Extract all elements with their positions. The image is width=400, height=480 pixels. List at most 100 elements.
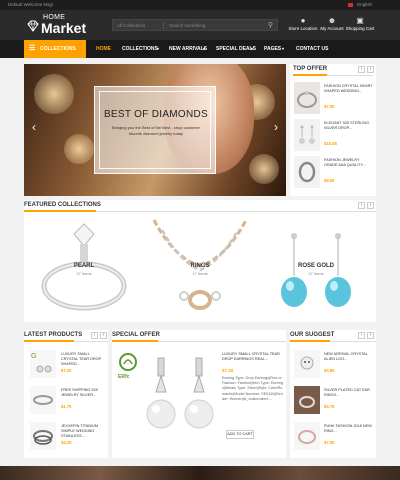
nav-new-arrivals[interactable]: NEW ARRIVALS bbox=[169, 40, 207, 58]
search-bar[interactable]: All Collections Search something ⚲ bbox=[112, 19, 278, 31]
nav-home[interactable]: HOME bbox=[96, 40, 111, 58]
list-item[interactable]: SILVER PLATED CAT EAR RINGS... $3.70 bbox=[294, 386, 374, 418]
collections-menu-button[interactable]: ☰ COLLECTIONS bbox=[24, 40, 86, 58]
bokeh-light bbox=[34, 74, 74, 114]
collection-count: 37 Items bbox=[76, 271, 92, 276]
section-accent bbox=[24, 340, 74, 342]
collection-card-rose-gold[interactable]: ROSE GOLD 47 Items bbox=[260, 218, 372, 318]
our-suggest-title: OUR SUGGEST bbox=[290, 332, 335, 338]
list-item[interactable]: JEXXEPIN TITANIUM SIMPLE WEDDING STAINLE… bbox=[26, 422, 108, 454]
search-input[interactable]: Search something bbox=[169, 20, 205, 31]
product-name[interactable]: FREE SHIPPING 925 JEWELRY SILVER... bbox=[61, 388, 107, 398]
product-name[interactable]: LUXURY SMALL CRYSTAL TEAR DROP SHAPED... bbox=[61, 352, 107, 367]
product-price: $10.08 bbox=[324, 141, 337, 146]
next-arrow-icon[interactable]: › bbox=[367, 66, 374, 73]
user-icon: ☻ bbox=[327, 16, 337, 25]
main-nav: ☰ COLLECTIONS HOME COLLECTIONS ▾ NEW ARR… bbox=[0, 40, 400, 58]
product-name[interactable]: ELEGANT 925 STERLING SILVER DROP... bbox=[324, 121, 374, 131]
featured-collections-title: FEATURED COLLECTIONS bbox=[24, 202, 101, 208]
list-item[interactable]: PUNK FASHION 2018 NEW RING... $7.00 bbox=[294, 422, 374, 454]
product-price: $3.70 bbox=[324, 404, 335, 409]
featured-collections: FEATURED COLLECTIONS ‹ › PEARL 37 Items … bbox=[24, 200, 376, 322]
section-accent bbox=[112, 340, 158, 342]
brand-name: ERfc bbox=[118, 374, 130, 380]
product-image bbox=[30, 386, 56, 414]
nav-special-deals[interactable]: SPECIAL DEALS bbox=[216, 40, 256, 58]
my-account-link[interactable]: ☻ My Account bbox=[317, 15, 347, 31]
list-item[interactable]: FREE SHIPPING 925 JEWELRY SILVER... $1.7… bbox=[26, 386, 108, 418]
hero-slider[interactable]: BEST OF DIAMONDS Bringing you the Best o… bbox=[24, 64, 286, 196]
latest-products-panel: LATEST PRODUCTS ‹ › G LUXURY SMALL CRYST… bbox=[24, 330, 108, 458]
diamond-logo-icon bbox=[27, 20, 39, 32]
product-image bbox=[294, 119, 320, 151]
pearl-earrings-image bbox=[146, 357, 214, 429]
welcome-message: Default Welcome Msg! bbox=[8, 2, 54, 7]
product-image bbox=[294, 422, 320, 450]
prev-arrow-icon[interactable]: ‹ bbox=[358, 66, 365, 73]
hero-caption-box: BEST OF DIAMONDS Bringing you the Best o… bbox=[94, 86, 216, 174]
nav-collections[interactable]: COLLECTIONS bbox=[122, 40, 158, 58]
list-item[interactable]: G LUXURY SMALL CRYSTAL TEAR DROP SHAPED.… bbox=[26, 350, 108, 382]
top-offer-panel: TOP OFFER ‹ › FASHION CRYSTAL HEART SHAP… bbox=[290, 64, 376, 196]
list-item[interactable]: ELEGANT 925 STERLING SILVER DROP... $10.… bbox=[294, 119, 374, 155]
product-image bbox=[294, 156, 320, 188]
product-image bbox=[294, 82, 320, 114]
product-image bbox=[30, 422, 56, 450]
collection-card-rings[interactable]: RINGS 17 Items bbox=[144, 218, 256, 318]
product-name[interactable]: PUNK FASHION 2018 NEW RING... bbox=[324, 424, 374, 434]
collection-card-pearl[interactable]: PEARL 37 Items bbox=[28, 218, 140, 318]
add-to-cart-button[interactable]: ADD TO CART bbox=[226, 430, 254, 439]
flag-icon bbox=[348, 3, 353, 7]
search-icon[interactable]: ⚲ bbox=[266, 21, 275, 30]
product-image: G bbox=[30, 350, 56, 378]
product-price: $4.20 bbox=[61, 440, 72, 445]
chevron-down-icon: ▾ bbox=[251, 46, 254, 51]
cart-icon: ▣ bbox=[356, 16, 364, 25]
product-price: $7.20 bbox=[61, 368, 72, 373]
bottom-banner-strip bbox=[0, 466, 400, 480]
nav-pages[interactable]: PAGES bbox=[264, 40, 281, 58]
my-account-label: My Account bbox=[320, 26, 344, 31]
nav-contact-us[interactable]: CONTACT US bbox=[296, 40, 328, 58]
special-offer-panel: SPECIAL OFFER ERfc LUXURY SMALL CRYSTAL … bbox=[112, 330, 286, 458]
collection-label: RINGS bbox=[190, 263, 210, 269]
list-item[interactable]: NEW ARRIVAL CRYSTAL ALIEN LOO... $3.80 bbox=[294, 350, 374, 382]
bokeh-light bbox=[249, 154, 279, 184]
svg-text:G: G bbox=[31, 353, 36, 360]
shopping-cart-link[interactable]: ▣ Shopping Cart bbox=[345, 15, 375, 31]
next-arrow-icon[interactable]: › bbox=[367, 202, 374, 209]
store-location-link[interactable]: ● Store Location bbox=[288, 15, 318, 31]
product-name[interactable]: SILVER PLATED CAT EAR RINGS... bbox=[324, 388, 374, 398]
hero-title: BEST OF DIAMONDS bbox=[103, 109, 209, 120]
next-arrow-icon[interactable]: › bbox=[367, 332, 374, 339]
logo[interactable]: HOME Market bbox=[26, 14, 98, 38]
our-suggest-panel: OUR SUGGEST ‹ › NEW ARRIVAL CRYSTAL ALIE… bbox=[290, 330, 376, 458]
prev-arrow-icon[interactable]: ‹ bbox=[358, 332, 365, 339]
location-pin-icon: ● bbox=[300, 16, 306, 25]
latest-products-title: LATEST PRODUCTS bbox=[24, 332, 83, 338]
search-category-select[interactable]: All Collections bbox=[117, 20, 145, 31]
product-name[interactable]: FASHION CRYSTAL HEART SHAPED WEDDING... bbox=[324, 84, 374, 94]
list-item[interactable]: FASHION CRYSTAL HEART SHAPED WEDDING... … bbox=[294, 82, 374, 118]
slider-next-icon[interactable]: › bbox=[274, 120, 278, 134]
product-name[interactable]: JEXXEPIN TITANIUM SIMPLE WEDDING STAINLE… bbox=[61, 424, 107, 439]
product-name[interactable]: FASHION JEWELRY GRADE AAA QUALITY... bbox=[324, 158, 374, 168]
product-price: $3.80 bbox=[324, 368, 335, 373]
language-selector[interactable]: English bbox=[357, 0, 372, 10]
product-image bbox=[294, 386, 320, 414]
slider-prev-icon[interactable]: ‹ bbox=[32, 120, 36, 134]
product-price: $7.00 bbox=[324, 104, 335, 109]
prev-arrow-icon[interactable]: ‹ bbox=[358, 202, 365, 209]
section-accent bbox=[24, 210, 96, 212]
next-arrow-icon[interactable]: › bbox=[100, 332, 107, 339]
special-offer-price: $7.20 bbox=[222, 368, 234, 373]
store-location-label: Store Location bbox=[288, 26, 318, 31]
shopping-cart-label: Shopping Cart bbox=[345, 26, 375, 31]
collection-count: 47 Items bbox=[308, 271, 324, 276]
header: HOME Market All Collections Search somet… bbox=[0, 10, 400, 40]
special-offer-product-name[interactable]: LUXURY SMALL CRYSTAL TEAR DROP EARRINGS … bbox=[222, 352, 284, 362]
prev-arrow-icon[interactable]: ‹ bbox=[91, 332, 98, 339]
list-item[interactable]: FASHION JEWELRY GRADE AAA QUALITY... $9.… bbox=[294, 156, 374, 192]
chevron-down-icon: ▾ bbox=[282, 46, 285, 51]
product-name[interactable]: NEW ARRIVAL CRYSTAL ALIEN LOO... bbox=[324, 352, 374, 362]
